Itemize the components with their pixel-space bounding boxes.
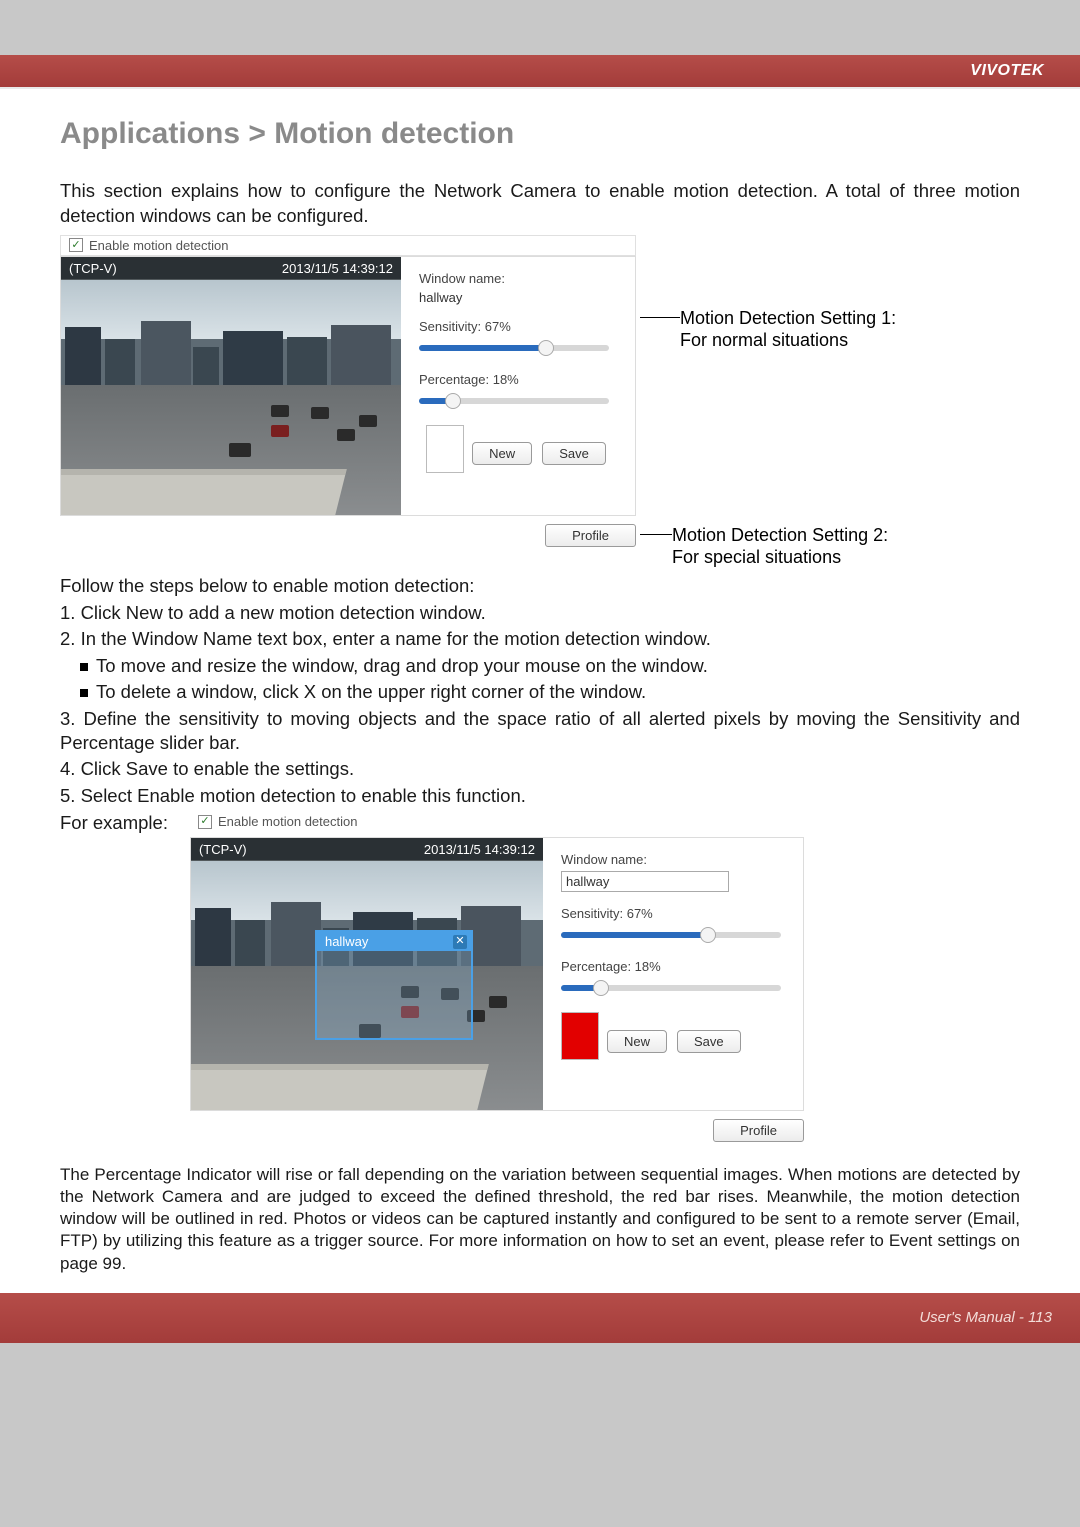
sensitivity-label: Sensitivity: 67%: [419, 319, 613, 334]
enable-motion-checkbox-2[interactable]: ✓: [198, 815, 212, 829]
step-1: 1. Click New to add a new motion detecti…: [60, 601, 1020, 625]
follow-text: Follow the steps below to enable motion …: [60, 575, 1020, 597]
overlay-timestamp-2: 2013/11/5 14:39:12: [424, 842, 535, 857]
indicator-empty: [426, 425, 464, 473]
overlay-timestamp: 2013/11/5 14:39:12: [282, 261, 393, 276]
final-paragraph: The Percentage Indicator will rise or fa…: [60, 1164, 1020, 1274]
step-4: 4. Click Save to enable the settings.: [60, 757, 1020, 781]
annotation-line-1: [640, 317, 680, 318]
percentage-slider[interactable]: [419, 391, 609, 411]
annotation-1: Motion Detection Setting 1: For normal s…: [680, 307, 896, 352]
overlay-name: (TCP-V): [69, 261, 117, 276]
new-button[interactable]: New: [472, 442, 532, 465]
video-preview-2[interactable]: (TCP-V) 2013/11/5 14:39:12 hallway ✕: [191, 838, 543, 1110]
annotation-line-2: [640, 534, 672, 535]
annotation-2: Motion Detection Setting 2: For special …: [672, 524, 888, 569]
window-name-input[interactable]: [561, 871, 729, 892]
footer-text: User's Manual - 113: [919, 1309, 1052, 1326]
save-button-2[interactable]: Save: [677, 1030, 741, 1053]
percentage-label-2: Percentage: 18%: [561, 959, 785, 974]
sensitivity-slider-2[interactable]: [561, 925, 781, 945]
percentage-label: Percentage: 18%: [419, 372, 613, 387]
step-3: 3. Define the sensitivity to moving obje…: [60, 707, 1020, 756]
step-5: 5. Select Enable motion detection to ena…: [60, 784, 1020, 808]
settings-panel-2: Window name: Sensitivity: 67% Percentage…: [543, 838, 803, 1110]
percentage-slider-2[interactable]: [561, 978, 781, 998]
window-name-value: hallway: [419, 290, 613, 305]
motion-window-title: hallway: [325, 934, 368, 949]
sensitivity-slider[interactable]: [419, 338, 609, 358]
indicator-red: [561, 1012, 599, 1060]
step-2b: To delete a window, click X on the upper…: [96, 681, 646, 702]
settings-panel: Window name: hallway Sensitivity: 67% Pe…: [401, 257, 631, 515]
window-name-label-2: Window name:: [561, 852, 785, 867]
step-2: 2. In the Window Name text box, enter a …: [60, 627, 1020, 651]
page-title: Applications > Motion detection: [60, 117, 1020, 151]
window-name-label: Window name:: [419, 271, 613, 286]
intro-text: This section explains how to configure t…: [60, 179, 1020, 229]
step-2a: To move and resize the window, drag and …: [96, 655, 708, 676]
save-button[interactable]: Save: [542, 442, 606, 465]
sensitivity-label-2: Sensitivity: 67%: [561, 906, 785, 921]
brand-label: VIVOTEK: [970, 62, 1044, 80]
enable-motion-checkbox[interactable]: ✓: [69, 238, 83, 252]
close-icon[interactable]: ✕: [453, 935, 467, 949]
profile-button-2[interactable]: Profile: [713, 1119, 804, 1142]
enable-motion-row: ✓ Enable motion detection: [60, 235, 636, 256]
overlay-name-2: (TCP-V): [199, 842, 247, 857]
enable-motion-label: Enable motion detection: [89, 238, 228, 253]
new-button-2[interactable]: New: [607, 1030, 667, 1053]
enable-motion-label-2: Enable motion detection: [218, 814, 357, 829]
video-preview[interactable]: (TCP-V) 2013/11/5 14:39:12: [61, 257, 401, 515]
profile-button[interactable]: Profile: [545, 524, 636, 547]
steps-list: 1. Click New to add a new motion detecti…: [60, 601, 1020, 808]
motion-window[interactable]: hallway ✕: [315, 930, 473, 1040]
enable-motion-row-2: ✓ Enable motion detection: [190, 812, 804, 831]
example-label: For example:: [60, 812, 168, 834]
